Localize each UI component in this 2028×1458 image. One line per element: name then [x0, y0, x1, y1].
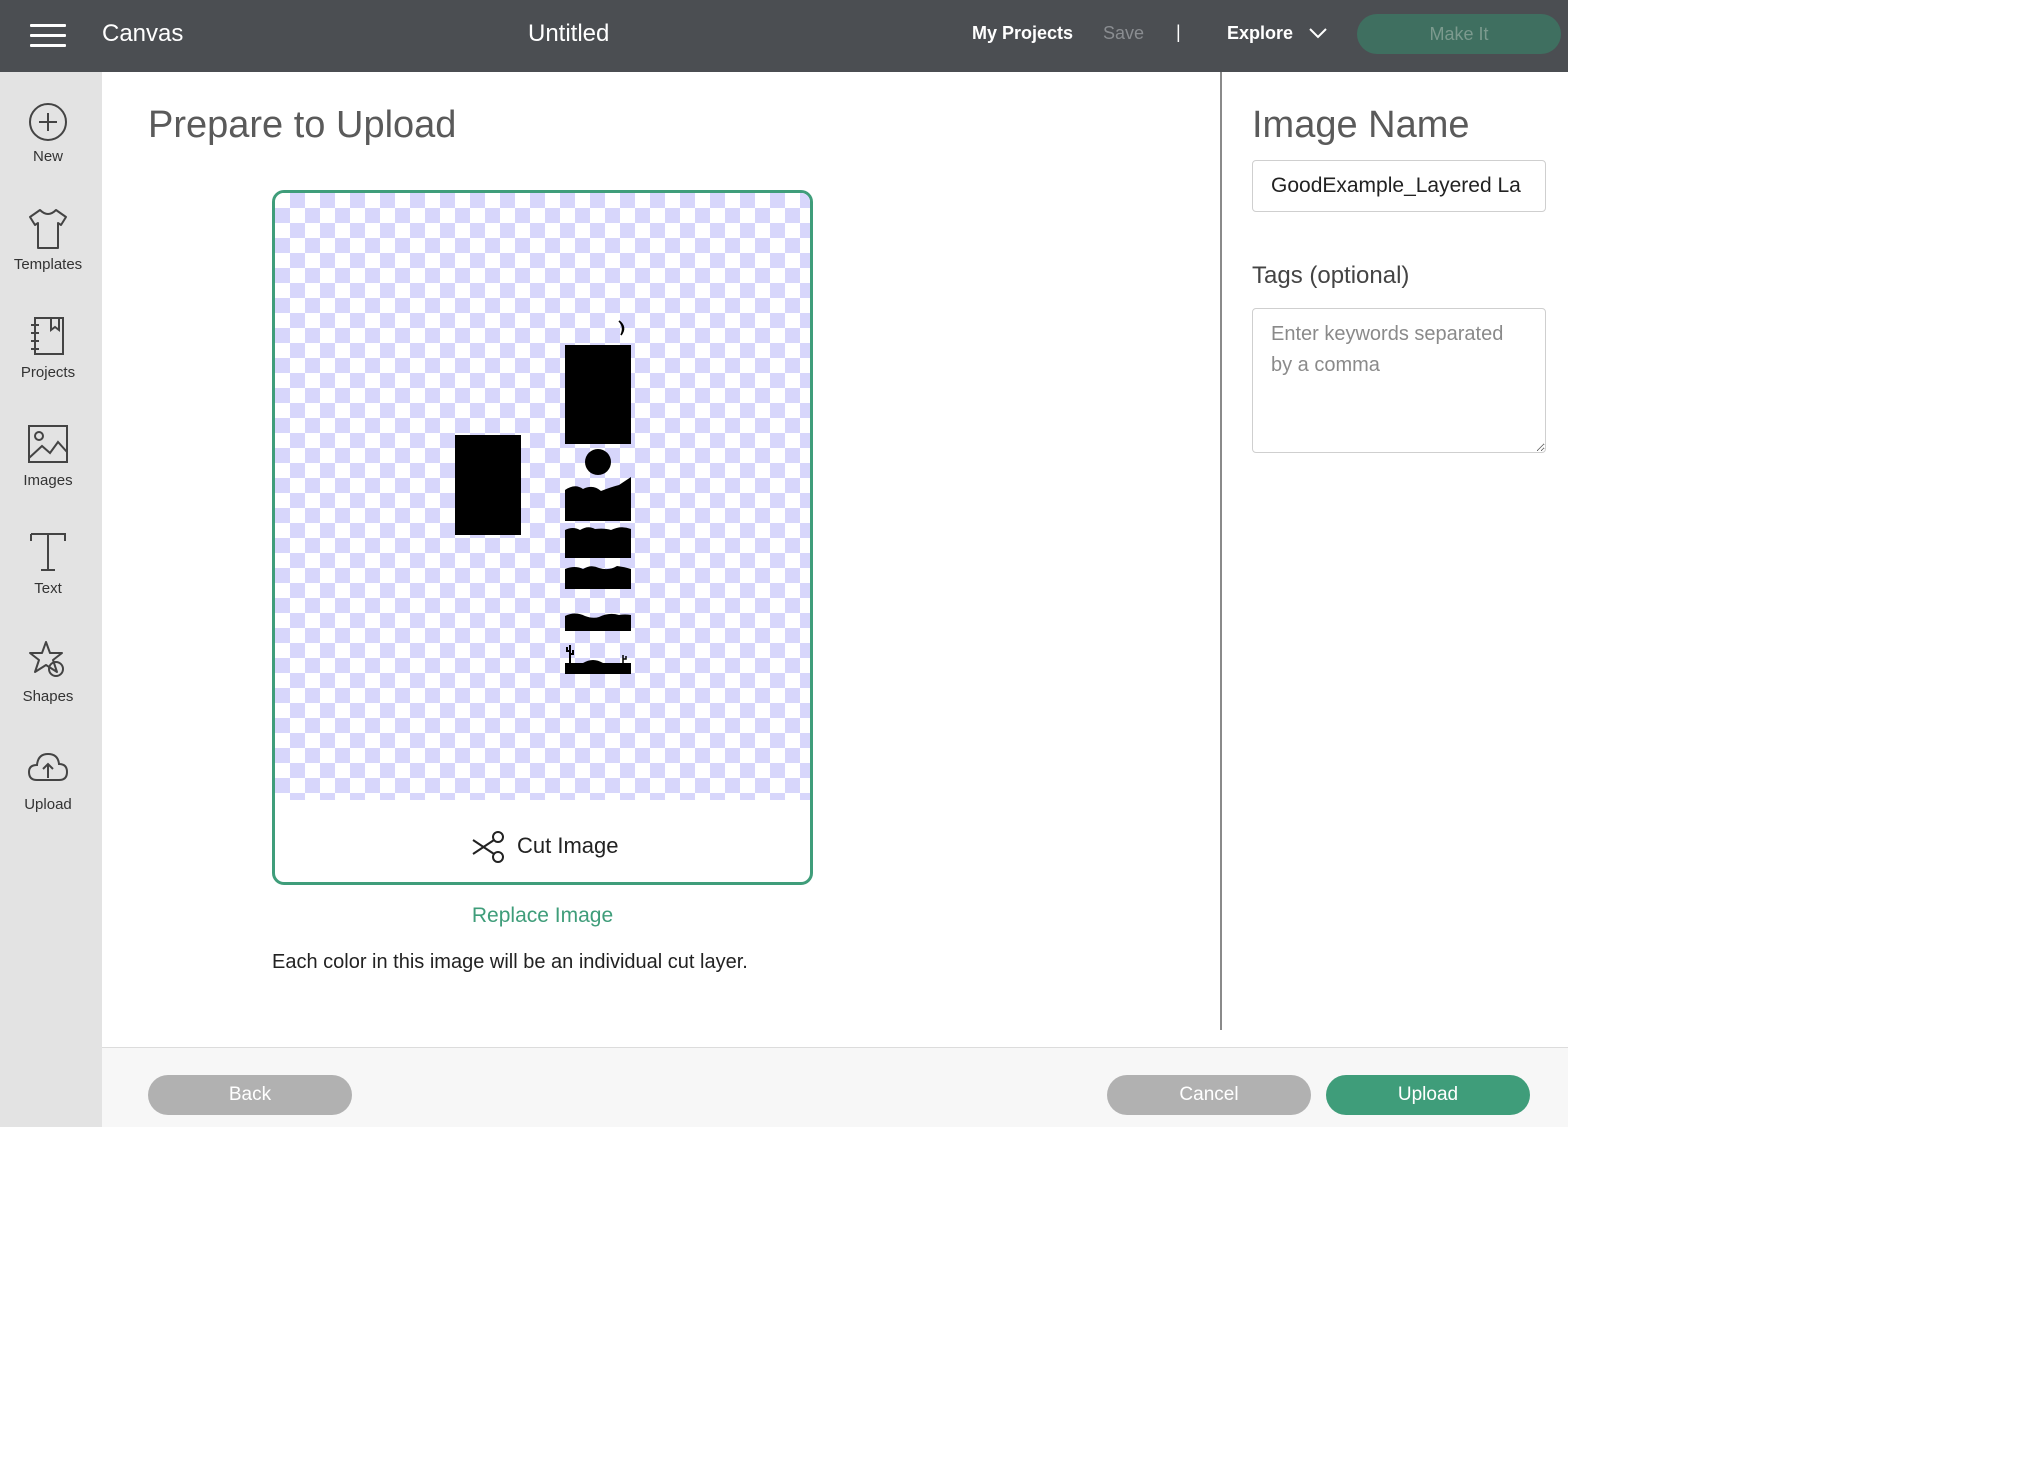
back-button[interactable]: Back: [148, 1075, 352, 1115]
left-sidebar: New Templates Projects Images Text Shape…: [0, 72, 102, 1127]
tags-input[interactable]: [1252, 308, 1546, 453]
sidebar-item-templates[interactable]: Templates: [0, 206, 102, 306]
tshirt-icon: [29, 209, 67, 249]
image-preview-card: Cut Image: [272, 190, 813, 885]
sidebar-item-projects[interactable]: Projects: [0, 314, 102, 414]
sidebar-item-images[interactable]: Images: [0, 422, 102, 522]
shapes-icon: [29, 641, 64, 677]
sidebar-item-label: Projects: [20, 364, 76, 381]
image-icon: [28, 425, 68, 463]
sidebar-item-label: Upload: [24, 796, 72, 813]
sidebar-item-label: Text: [34, 580, 62, 597]
chevron-down-icon[interactable]: [1308, 26, 1328, 40]
plus-circle-icon: [29, 103, 67, 141]
app-title: Canvas: [102, 20, 184, 47]
cloud-upload-icon: [27, 752, 69, 781]
top-bar: Canvas Untitled My Projects Save | Explo…: [0, 0, 1568, 72]
nav-separator: |: [1176, 22, 1181, 42]
sidebar-item-label: New: [32, 148, 63, 165]
cut-image-option[interactable]: Cut Image: [275, 800, 810, 882]
my-projects-link[interactable]: My Projects: [972, 23, 1073, 44]
footer-bar: Back Cancel Upload: [102, 1047, 1568, 1127]
make-it-button[interactable]: Make It: [1357, 14, 1561, 54]
text-t-icon: [30, 533, 66, 571]
hamburger-menu-icon[interactable]: [30, 24, 66, 48]
sidebar-item-shapes[interactable]: Shapes: [0, 638, 102, 738]
sidebar-item-new[interactable]: New: [0, 100, 102, 200]
sidebar-item-upload[interactable]: Upload: [0, 746, 102, 846]
sidebar-item-label: Shapes: [22, 688, 74, 705]
right-panel: Image Name Tags (optional): [1222, 72, 1568, 1047]
sidebar-item-label: Images: [23, 472, 73, 489]
sidebar-item-text[interactable]: Text: [0, 530, 102, 630]
scissors-icon: [472, 831, 504, 863]
explore-menu[interactable]: Explore: [1227, 23, 1293, 44]
image-name-input[interactable]: [1252, 160, 1546, 212]
notebook-icon: [31, 317, 64, 355]
replace-image-link[interactable]: Replace Image: [272, 904, 813, 928]
cancel-button[interactable]: Cancel: [1107, 1075, 1311, 1115]
cut-image-label: Cut Image: [517, 833, 619, 858]
tags-label: Tags (optional): [1252, 262, 1410, 289]
sidebar-item-label: Templates: [13, 256, 83, 273]
main-content: Prepare to Upload Cut Image Replace Imag…: [102, 72, 1220, 1047]
uploaded-image-preview: [455, 320, 631, 674]
save-link[interactable]: Save: [1103, 23, 1144, 44]
image-name-title: Image Name: [1252, 104, 1470, 146]
upload-button[interactable]: Upload: [1326, 1075, 1530, 1115]
document-title[interactable]: Untitled: [528, 20, 609, 48]
layer-hint-text: Each color in this image will be an indi…: [272, 951, 748, 973]
page-title: Prepare to Upload: [148, 104, 457, 146]
